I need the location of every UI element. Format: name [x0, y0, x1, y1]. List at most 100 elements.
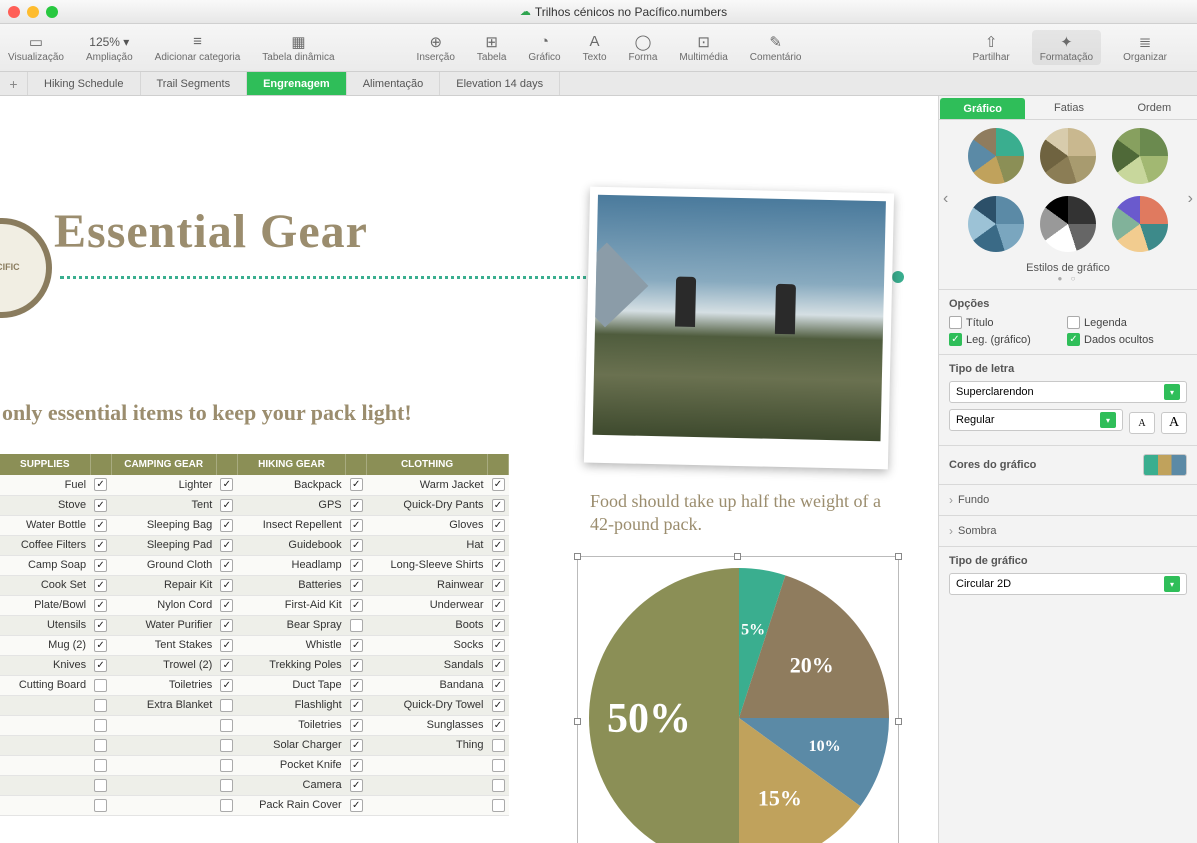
- checkbox[interactable]: ✓: [350, 599, 363, 612]
- table-checkbox-cell[interactable]: ✓: [90, 615, 111, 635]
- table-checkbox-cell[interactable]: ✓: [90, 635, 111, 655]
- table-checkbox-cell[interactable]: [488, 775, 509, 795]
- table-checkbox-cell[interactable]: ✓: [346, 555, 367, 575]
- decrease-font-button[interactable]: A: [1129, 412, 1155, 434]
- checkbox[interactable]: ✓: [94, 599, 107, 612]
- checkbox[interactable]: ✓: [492, 559, 505, 572]
- checkbox[interactable]: ✓: [949, 333, 962, 346]
- chart-style-thumbnail[interactable]: [1040, 128, 1096, 184]
- toolbar-comentário-button[interactable]: ✎Comentário: [750, 32, 802, 63]
- table-cell[interactable]: Cutting Board: [0, 675, 90, 695]
- checkbox[interactable]: ✓: [350, 519, 363, 532]
- table-checkbox-cell[interactable]: ✓: [346, 635, 367, 655]
- table-cell[interactable]: Insect Repellent: [237, 515, 345, 535]
- table-checkbox-cell[interactable]: ✓: [346, 595, 367, 615]
- sheet-tab-engrenagem[interactable]: Engrenagem: [247, 72, 347, 95]
- checkbox[interactable]: [94, 759, 107, 772]
- table-checkbox-cell[interactable]: [216, 795, 237, 815]
- table-checkbox-cell[interactable]: ✓: [488, 675, 509, 695]
- table-cell[interactable]: Knives: [0, 655, 90, 675]
- table-cell[interactable]: [367, 795, 488, 815]
- checkbox[interactable]: ✓: [350, 739, 363, 752]
- checkbox[interactable]: [220, 779, 233, 792]
- table-cell[interactable]: Quick-Dry Pants: [367, 495, 488, 515]
- table-checkbox-cell[interactable]: [90, 755, 111, 775]
- checkbox[interactable]: [94, 699, 107, 712]
- table-row[interactable]: Cutting BoardToiletries✓Duct Tape✓Bandan…: [0, 675, 509, 695]
- checkbox[interactable]: ✓: [350, 478, 363, 491]
- table-checkbox-cell[interactable]: ✓: [488, 655, 509, 675]
- checkbox[interactable]: ✓: [492, 519, 505, 532]
- table-checkbox-cell[interactable]: [488, 755, 509, 775]
- table-checkbox-cell[interactable]: ✓: [90, 595, 111, 615]
- style-page-dots[interactable]: ● ○: [939, 274, 1197, 283]
- table-cell[interactable]: Repair Kit: [111, 575, 216, 595]
- table-row[interactable]: Extra BlanketFlashlight✓Quick-Dry Towel✓: [0, 695, 509, 715]
- checkbox[interactable]: [492, 779, 505, 792]
- checkbox[interactable]: ✓: [492, 579, 505, 592]
- table-row[interactable]: Coffee Filters✓Sleeping Pad✓Guidebook✓Ha…: [0, 535, 509, 555]
- table-cell[interactable]: Sandals: [367, 655, 488, 675]
- table-cell[interactable]: Stove: [0, 495, 90, 515]
- table-cell[interactable]: Flashlight: [237, 695, 345, 715]
- inspector-tab-fatias[interactable]: Fatias: [1026, 96, 1111, 119]
- checkbox[interactable]: ✓: [350, 559, 363, 572]
- checkbox[interactable]: ✓: [350, 639, 363, 652]
- checkbox[interactable]: ✓: [492, 539, 505, 552]
- checkbox[interactable]: [492, 739, 505, 752]
- checkbox[interactable]: ✓: [94, 499, 107, 512]
- table-cell[interactable]: Fuel: [0, 475, 90, 495]
- chart-colors-button[interactable]: [1143, 454, 1187, 476]
- selection-handle[interactable]: [895, 718, 902, 725]
- selection-handle[interactable]: [574, 553, 581, 560]
- table-checkbox-cell[interactable]: ✓: [346, 775, 367, 795]
- table-cell[interactable]: Socks: [367, 635, 488, 655]
- checkbox[interactable]: ✓: [220, 579, 233, 592]
- table-cell[interactable]: Tent: [111, 495, 216, 515]
- table-checkbox-cell[interactable]: ✓: [90, 495, 111, 515]
- table-checkbox-cell[interactable]: ✓: [346, 495, 367, 515]
- table-cell[interactable]: Trekking Poles: [237, 655, 345, 675]
- selection-handle[interactable]: [734, 553, 741, 560]
- toolbar-adicionar-categoria-button[interactable]: ≡Adicionar categoria: [155, 32, 241, 63]
- checkbox[interactable]: ✓: [350, 659, 363, 672]
- toolbar-formatação-button[interactable]: ✦Formatação: [1032, 30, 1101, 65]
- checkbox[interactable]: [492, 759, 505, 772]
- table-cell[interactable]: Mug (2): [0, 635, 90, 655]
- checkbox[interactable]: ✓: [220, 478, 233, 491]
- table-checkbox-cell[interactable]: [90, 775, 111, 795]
- table-checkbox-cell[interactable]: [216, 695, 237, 715]
- table-checkbox-cell[interactable]: ✓: [216, 515, 237, 535]
- table-row[interactable]: Camera✓: [0, 775, 509, 795]
- table-cell[interactable]: GPS: [237, 495, 345, 515]
- table-cell[interactable]: Water Bottle: [0, 515, 90, 535]
- chart-style-thumbnail[interactable]: [1112, 128, 1168, 184]
- table-row[interactable]: Utensils✓Water Purifier✓Bear SprayBoots✓: [0, 615, 509, 635]
- table-checkbox-cell[interactable]: ✓: [346, 715, 367, 735]
- checkbox[interactable]: ✓: [350, 499, 363, 512]
- sheet-tab-alimentação[interactable]: Alimentação: [347, 72, 441, 95]
- add-sheet-button[interactable]: +: [0, 72, 28, 95]
- table-row[interactable]: Knives✓Trowel (2)✓Trekking Poles✓Sandals…: [0, 655, 509, 675]
- table-header[interactable]: SUPPLIES: [0, 454, 90, 475]
- table-row[interactable]: Cook Set✓Repair Kit✓Batteries✓Rainwear✓: [0, 575, 509, 595]
- checkbox[interactable]: ✓: [1067, 333, 1080, 346]
- table-checkbox-cell[interactable]: [346, 615, 367, 635]
- table-checkbox-cell[interactable]: [90, 735, 111, 755]
- selection-handle[interactable]: [895, 553, 902, 560]
- table-row[interactable]: Stove✓Tent✓GPS✓Quick-Dry Pants✓: [0, 495, 509, 515]
- checkbox[interactable]: ✓: [94, 539, 107, 552]
- table-row[interactable]: Solar Charger✓Thing: [0, 735, 509, 755]
- table-cell[interactable]: Water Purifier: [111, 615, 216, 635]
- checkbox[interactable]: ✓: [492, 599, 505, 612]
- table-checkbox-cell[interactable]: [216, 755, 237, 775]
- table-checkbox-cell[interactable]: ✓: [216, 495, 237, 515]
- table-cell[interactable]: Guidebook: [237, 535, 345, 555]
- table-cell[interactable]: [0, 775, 90, 795]
- toolbar-gráfico-button[interactable]: ◔Gráfico: [528, 32, 560, 63]
- table-checkbox-cell[interactable]: [488, 795, 509, 815]
- checkbox[interactable]: [94, 779, 107, 792]
- table-checkbox-cell[interactable]: ✓: [488, 555, 509, 575]
- table-cell[interactable]: Tent Stakes: [111, 635, 216, 655]
- table-cell[interactable]: Utensils: [0, 615, 90, 635]
